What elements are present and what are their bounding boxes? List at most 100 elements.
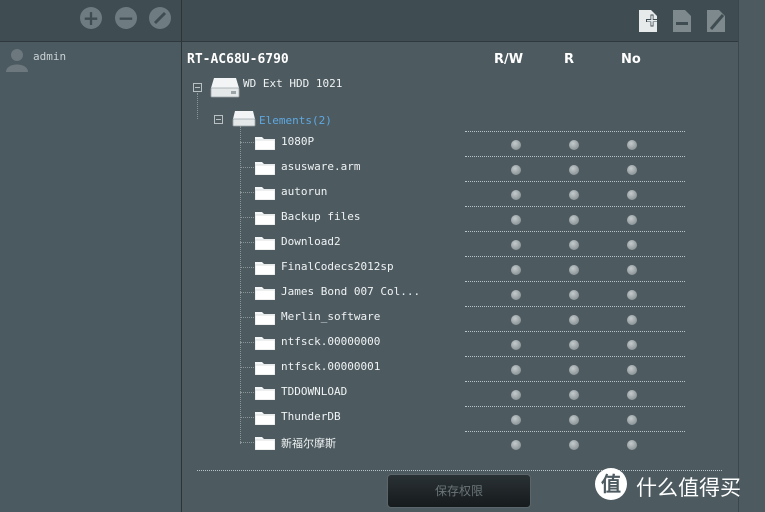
folder-name: asusware.arm	[281, 160, 361, 173]
permission-radio-rw[interactable]	[511, 340, 521, 350]
column-header-no: No	[621, 52, 641, 67]
folder-icon	[255, 137, 275, 150]
partition-collapse-toggle[interactable]	[214, 115, 223, 124]
folder-row: 1080P	[182, 130, 738, 155]
column-header-rw: R/W	[494, 52, 524, 67]
permission-radio-rw[interactable]	[511, 265, 521, 275]
permission-radio-no[interactable]	[627, 315, 637, 325]
permission-radio-rw[interactable]	[511, 365, 521, 375]
permission-radio-r[interactable]	[569, 290, 579, 300]
permission-radio-no[interactable]	[627, 290, 637, 300]
folder-row: Backup files	[182, 205, 738, 230]
folder-icon	[255, 437, 275, 450]
folder-name: ntfsck.00000001	[281, 360, 381, 373]
permission-radio-rw[interactable]	[511, 165, 521, 175]
permission-radio-no[interactable]	[627, 215, 637, 225]
folder-name: ntfsck.00000000	[281, 335, 381, 348]
permission-radio-no[interactable]	[627, 190, 637, 200]
folder-row: ntfsck.00000000	[182, 330, 738, 355]
permission-radio-rw[interactable]	[511, 415, 521, 425]
user-avatar-icon	[6, 49, 28, 72]
permission-radio-r[interactable]	[569, 390, 579, 400]
permission-radio-no[interactable]	[627, 140, 637, 150]
file-remove-icon[interactable]	[672, 9, 692, 33]
folder-name: FinalCodecs2012sp	[281, 260, 394, 273]
watermark-logo: 值	[595, 468, 627, 500]
permission-radio-no[interactable]	[627, 240, 637, 250]
file-add-icon[interactable]	[638, 9, 658, 33]
folder-icon	[255, 362, 275, 375]
folder-icon	[255, 162, 275, 175]
folder-icon	[255, 187, 275, 200]
hard-drive-icon	[210, 78, 240, 98]
file-edit-icon[interactable]	[706, 9, 726, 33]
folder-row: TDDOWNLOAD	[182, 380, 738, 405]
folder-row: Merlin_software	[182, 305, 738, 330]
folder-icon	[255, 387, 275, 400]
folder-name: autorun	[281, 185, 328, 198]
folder-row: FinalCodecs2012sp	[182, 255, 738, 280]
save-permissions-button[interactable]: 保存权限	[387, 474, 531, 508]
permission-radio-no[interactable]	[627, 165, 637, 175]
permission-radio-rw[interactable]	[511, 215, 521, 225]
router-name: RT-AC68U-6790	[187, 52, 289, 67]
permission-radio-r[interactable]	[569, 140, 579, 150]
permission-radio-rw[interactable]	[511, 140, 521, 150]
permission-radio-rw[interactable]	[511, 390, 521, 400]
drive-label[interactable]: WD Ext HDD 1021	[243, 77, 342, 90]
permission-radio-r[interactable]	[569, 440, 579, 450]
permission-tree: RT-AC68U-6790 R/W R No WD Ext HDD 1021 E…	[182, 42, 738, 512]
permission-radio-no[interactable]	[627, 415, 637, 425]
permission-radio-no[interactable]	[627, 390, 637, 400]
folder-name: ThunderDB	[281, 410, 341, 423]
user-name: admin	[33, 50, 67, 63]
permission-radio-no[interactable]	[627, 365, 637, 375]
permission-radio-r[interactable]	[569, 365, 579, 375]
permission-radio-r[interactable]	[569, 340, 579, 350]
folder-icon	[255, 237, 275, 250]
folder-name: TDDOWNLOAD	[281, 385, 348, 398]
permission-radio-rw[interactable]	[511, 290, 521, 300]
watermark-text: 什么值得买	[636, 476, 741, 500]
folder-icon	[255, 262, 275, 275]
permission-radio-rw[interactable]	[511, 440, 521, 450]
folder-name: Backup files	[281, 210, 361, 223]
folder-name: Merlin_software	[281, 310, 381, 323]
folder-row: 新福尔摩斯	[182, 430, 738, 455]
folder-icon	[255, 287, 275, 300]
permission-radio-rw[interactable]	[511, 240, 521, 250]
permission-radio-rw[interactable]	[511, 190, 521, 200]
remove-user-icon[interactable]: −	[115, 7, 137, 29]
permission-radio-r[interactable]	[569, 190, 579, 200]
permission-radio-r[interactable]	[569, 265, 579, 275]
folder-name: James Bond 007 Col...	[281, 285, 421, 298]
folder-row: asusware.arm	[182, 155, 738, 180]
permission-radio-no[interactable]	[627, 265, 637, 275]
folder-row: autorun	[182, 180, 738, 205]
permission-radio-r[interactable]	[569, 315, 579, 325]
user-item-admin[interactable]: admin	[0, 44, 181, 74]
column-header-r: R	[564, 52, 575, 67]
edit-user-icon[interactable]	[149, 7, 171, 29]
partition-drive-icon	[232, 111, 256, 127]
permission-radio-r[interactable]	[569, 415, 579, 425]
permission-radio-no[interactable]	[627, 340, 637, 350]
folder-icon	[255, 337, 275, 350]
permission-radio-r[interactable]	[569, 215, 579, 225]
folder-row: ntfsck.00000001	[182, 355, 738, 380]
partition-label[interactable]: Elements(2)	[259, 114, 332, 127]
folder-name: 1080P	[281, 135, 315, 148]
folder-icon	[255, 212, 275, 225]
folder-name: Download2	[281, 235, 341, 248]
scrollbar-track[interactable]	[738, 0, 765, 512]
permission-radio-r[interactable]	[569, 165, 579, 175]
user-toolbar: + −	[0, 0, 181, 42]
folder-name: 新福尔摩斯	[281, 437, 336, 450]
add-user-icon[interactable]: +	[80, 7, 102, 29]
permission-radio-no[interactable]	[627, 440, 637, 450]
permission-radio-r[interactable]	[569, 240, 579, 250]
permission-radio-rw[interactable]	[511, 315, 521, 325]
folder-row: ThunderDB	[182, 405, 738, 430]
folder-row: James Bond 007 Col...	[182, 280, 738, 305]
drive-collapse-toggle[interactable]	[193, 83, 202, 92]
